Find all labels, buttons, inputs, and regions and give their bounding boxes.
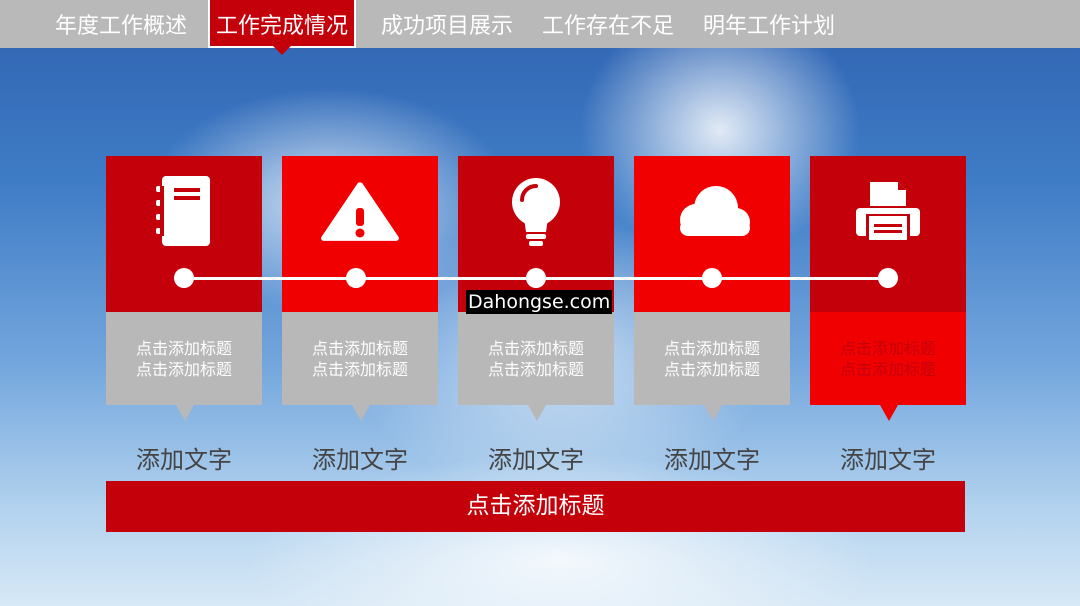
card-4-title-line1: 点击添加标题 bbox=[663, 339, 760, 358]
card-1-title-line1: 点击添加标题 bbox=[135, 339, 232, 358]
card-1-title-line2: 点击添加标题 bbox=[135, 360, 232, 379]
card-3-caption[interactable]: 添加文字 bbox=[458, 440, 614, 475]
timeline-dot-1 bbox=[174, 268, 194, 288]
nav-tab-next-year-plan[interactable]: 明年工作计划 bbox=[703, 0, 835, 48]
printer-icon bbox=[856, 182, 920, 240]
lightbulb-icon bbox=[512, 178, 560, 246]
card-3-header bbox=[458, 156, 614, 312]
card-4-header bbox=[634, 156, 790, 312]
nav-tab-shortcomings[interactable]: 工作存在不足 bbox=[542, 0, 674, 48]
card-1-caption[interactable]: 添加文字 bbox=[106, 440, 262, 475]
card-3-title-line1: 点击添加标题 bbox=[487, 339, 584, 358]
warning-icon bbox=[321, 182, 399, 241]
card-4-title-line2: 点击添加标题 bbox=[663, 360, 760, 379]
card-2-body[interactable]: 点击添加标题 点击添加标题 bbox=[282, 312, 438, 421]
nav-tab-successful-projects[interactable]: 成功项目展示 bbox=[381, 0, 513, 48]
timeline-dot-3 bbox=[526, 268, 546, 288]
timeline-dot-5 bbox=[878, 268, 898, 288]
card-1-body[interactable]: 点击添加标题 点击添加标题 bbox=[106, 312, 262, 421]
timeline-dot-2 bbox=[346, 268, 366, 288]
timeline-dot-4 bbox=[702, 268, 722, 288]
card-2-caption[interactable]: 添加文字 bbox=[282, 440, 438, 475]
bottom-title-bar[interactable]: 点击添加标题 bbox=[106, 481, 965, 532]
card-5-title-line1: 点击添加标题 bbox=[839, 339, 936, 358]
card-4-caption[interactable]: 添加文字 bbox=[634, 440, 790, 475]
document-icon bbox=[156, 176, 210, 246]
card-3-body[interactable]: 点击添加标题 点击添加标题 bbox=[458, 312, 614, 421]
card-2-title-line2: 点击添加标题 bbox=[311, 360, 408, 379]
card-2-header bbox=[282, 156, 438, 312]
card-1-header bbox=[106, 156, 262, 312]
top-nav: 年度工作概述 工作完成情况 成功项目展示 工作存在不足 明年工作计划 bbox=[0, 0, 1080, 55]
cloud-icon bbox=[680, 186, 750, 236]
card-5-header bbox=[810, 156, 966, 312]
nav-tab-annual-overview[interactable]: 年度工作概述 bbox=[55, 0, 187, 48]
nav-tab-work-completion[interactable]: 工作完成情况 bbox=[208, 0, 357, 55]
card-2-title-line1: 点击添加标题 bbox=[311, 339, 408, 358]
card-5-body[interactable]: 点击添加标题 点击添加标题 bbox=[810, 312, 966, 421]
card-5-title-line2: 点击添加标题 bbox=[839, 360, 936, 379]
card-5-caption[interactable]: 添加文字 bbox=[810, 440, 966, 475]
card-4-body[interactable]: 点击添加标题 点击添加标题 bbox=[634, 312, 790, 421]
card-3-title-line2: 点击添加标题 bbox=[487, 360, 584, 379]
watermark: Dahongse.com bbox=[466, 290, 613, 314]
